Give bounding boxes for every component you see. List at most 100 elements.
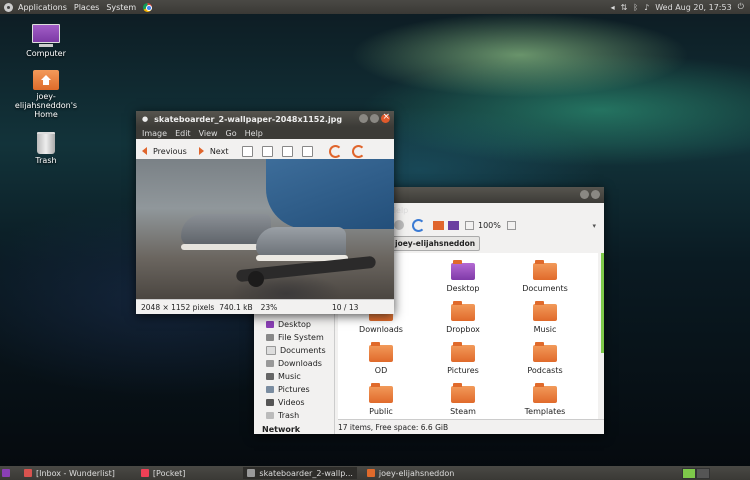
menu-image[interactable]: Image [142,129,167,138]
file-manager-statusbar: 17 items, Free space: 6.6 GiB [338,419,604,434]
arrow-right-icon [198,147,204,155]
task-file-manager[interactable]: joey-elijahsneddon [363,467,458,479]
workspace-1[interactable] [682,468,696,479]
applications-menu[interactable]: Applications [18,3,67,12]
menu-view[interactable]: View [199,129,218,138]
desktop-icon-label: Computer [26,49,66,58]
sidebar-item-file-system[interactable]: File System [266,331,334,344]
bluetooth-icon[interactable]: ᛒ [633,3,638,12]
window-title: skateboarder_2-wallpaper-2048x1152.jpg [154,114,343,124]
network-icon[interactable]: ⇅ [621,3,628,12]
sidebar-item-downloads[interactable]: Downloads [266,357,334,370]
zoom-out-icon[interactable] [465,220,474,230]
trash-icon [266,412,274,419]
drive-icon [266,334,274,341]
previous-button[interactable]: Previous [142,147,187,156]
image-icon: ● [142,115,149,123]
task-image-viewer[interactable]: skateboarder_2-wallp... [243,467,357,479]
image-viewer-titlebar[interactable]: ● skateboarder_2-wallpaper-2048x1152.jpg [136,111,394,127]
file-item-podcasts[interactable]: Podcasts [510,342,580,375]
volume-icon[interactable]: ♪ [644,3,649,12]
file-item-public[interactable]: Public [346,383,416,416]
normal-size-icon[interactable] [282,145,294,157]
sidebar-item-trash[interactable]: Trash [266,409,334,422]
chrome-launcher-icon[interactable] [143,2,153,12]
view-dropdown-icon[interactable]: ▾ [592,222,596,230]
zoom-out-icon[interactable] [262,145,274,157]
workspace-2[interactable] [696,468,710,479]
places-menu[interactable]: Places [74,3,99,12]
zoom-in-icon[interactable] [242,145,254,157]
file-item-templates[interactable]: Templates [510,383,580,416]
rotate-left-icon[interactable] [329,144,343,158]
document-icon [266,346,276,355]
reload-icon[interactable] [412,218,425,232]
system-menu[interactable]: System [106,3,136,12]
menu-edit[interactable]: Edit [175,129,191,138]
sidebar-item-documents[interactable]: Documents [266,344,334,357]
sidebar-item-videos[interactable]: Videos [266,396,334,409]
menu-help[interactable]: Help [245,129,263,138]
show-desktop-icon[interactable] [2,469,10,477]
folder-icon [369,383,393,403]
download-icon [266,360,274,367]
image-counter: 10 / 13 [332,302,359,312]
file-item-pictures[interactable]: Pictures [428,342,498,375]
sidebar-item-pictures[interactable]: Pictures [266,383,334,396]
minimize-icon[interactable] [580,190,589,199]
top-panel: Applications Places System ◂ ⇅ ᛒ ♪ Wed A… [0,0,750,14]
folder-icon [369,342,393,362]
scrollbar[interactable] [601,253,604,353]
music-icon [266,373,274,380]
computer-icon [32,24,60,43]
main-menu: Applications Places System [4,2,153,12]
minimize-icon[interactable] [359,114,368,123]
close-icon[interactable] [381,112,390,123]
desktop-icon-computer[interactable]: Computer [14,24,78,58]
desktop-icon [266,321,274,328]
task-wunderlist[interactable]: [Inbox - Wunderlist] [20,467,119,479]
file-item-music[interactable]: Music [510,301,580,334]
bottom-panel: [Inbox - Wunderlist] [Pocket] skateboard… [0,466,750,480]
stop-icon[interactable] [394,220,404,230]
home-icon[interactable] [433,220,444,230]
sidebar-item-desktop[interactable]: Desktop [266,318,334,331]
image-display[interactable] [136,159,394,300]
computer-icon[interactable] [448,220,459,230]
zoom-in-icon[interactable] [506,220,516,230]
folder-icon [533,342,557,362]
sneaker-image [256,227,348,261]
desktop-icon-label: Trash [35,156,57,165]
folder-icon [533,260,557,280]
rotate-right-icon[interactable] [352,144,366,158]
file-item-dropbox[interactable]: Dropbox [428,301,498,334]
file-item-desktop[interactable]: Desktop [428,260,498,293]
clock[interactable]: Wed Aug 20, 17:53 [655,3,731,12]
file-item-documents[interactable]: Documents [510,260,580,293]
file-item-od[interactable]: OD [346,342,416,375]
ubuntu-logo-icon[interactable] [4,2,13,12]
system-tray: ◂ ⇅ ᛒ ♪ Wed Aug 20, 17:53 ⏻ [605,0,744,14]
power-icon[interactable]: ⏻ [738,2,744,12]
folder-icon [451,260,475,280]
pictures-icon [266,386,274,393]
file-item-steam[interactable]: Steam [428,383,498,416]
desktop-icon-label: joey-elijahsneddon's Home [14,92,78,119]
desktop-icon-home[interactable]: joey-elijahsneddon's Home [14,70,78,119]
sidebar-heading-network: Network [262,425,301,434]
wunderlist-icon [24,469,32,477]
image-viewer-window: ● skateboarder_2-wallpaper-2048x1152.jpg… [136,111,394,314]
task-pocket[interactable]: [Pocket] [137,467,189,479]
maximize-icon[interactable] [370,114,379,123]
folder-icon [533,301,557,321]
sidebar-item-music[interactable]: Music [266,370,334,383]
desktop-icon-trash[interactable]: Trash [14,132,78,165]
folder-icon [366,469,375,477]
path-button-home[interactable]: joey-elijahsneddon [390,236,481,251]
next-button[interactable]: Next [198,147,228,156]
best-fit-icon[interactable] [302,145,314,157]
notification-icon[interactable]: ◂ [611,3,615,12]
image-dimensions: 2048 × 1152 pixels [141,302,215,312]
maximize-icon[interactable] [591,190,600,199]
menu-go[interactable]: Go [226,129,237,138]
